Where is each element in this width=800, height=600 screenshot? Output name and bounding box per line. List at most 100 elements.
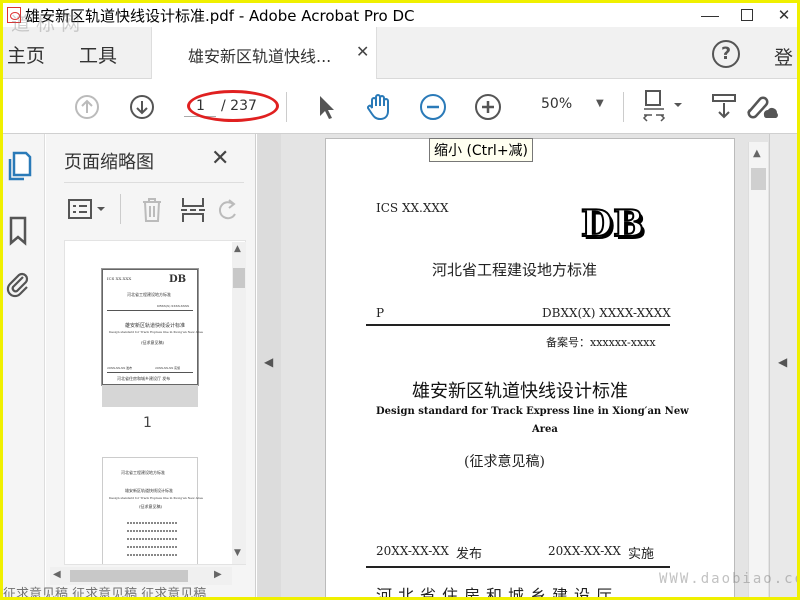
scroll-up-icon[interactable]: ▲ <box>753 148 761 159</box>
page-extract-icon <box>181 198 205 222</box>
scroll-right-icon[interactable]: ▶ <box>214 569 222 580</box>
expand-right-icon[interactable]: ◀ <box>778 355 787 369</box>
next-page-button[interactable] <box>128 93 156 121</box>
scroll-up-icon[interactable]: ▲ <box>234 244 241 254</box>
scroll-down-icon[interactable]: ▼ <box>234 548 241 558</box>
thumbnails-list: ICS XX.XXX DB 河北省工程建设地方标准 DBXX(X) XXXX-X… <box>64 240 246 565</box>
page-publisher: 河北省住房和城乡建设厅 <box>376 586 619 597</box>
page-title-en-line2: Area <box>532 424 558 435</box>
select-tool-button[interactable] <box>311 91 341 123</box>
thumb-issue: 20XX-XX-XX 发布 <box>107 366 133 370</box>
tab-document-label: 雄安新区轨道快线... <box>188 47 332 66</box>
thumb2-text-lines <box>127 554 177 556</box>
thumb2-line3: Design standard for Track Express line i… <box>109 496 203 500</box>
page-impl-label: 实施 <box>628 547 655 562</box>
zoom-in-button[interactable] <box>473 92 503 122</box>
red-annotation-ellipse <box>187 90 279 122</box>
scrollbar-thumb[interactable] <box>70 570 188 582</box>
arrow-up-circle-icon <box>75 95 99 119</box>
thumbnails-vertical-scrollbar[interactable]: ▲ ▼ <box>232 242 246 564</box>
scroll-left-icon[interactable]: ◀ <box>53 569 61 580</box>
extract-page-button[interactable] <box>178 195 208 225</box>
collapse-left-icon[interactable]: ◀ <box>264 355 273 369</box>
toolbar: 1 / 237 50% ▼ <box>3 80 797 134</box>
hand-icon <box>367 94 389 121</box>
thumb-en: Design standard for Track Express line i… <box>109 330 203 334</box>
share-link-button[interactable] <box>741 90 779 124</box>
fit-page-icon <box>642 90 682 122</box>
thumb-draft: (征求意见稿) <box>141 340 165 345</box>
cursor-arrow-icon <box>320 96 334 119</box>
page-layout-button[interactable] <box>641 89 687 125</box>
document-viewer: ◀ ICS XX.XXX DB 河北省工程建设地方标准 P DBXX(X) XX… <box>257 134 797 597</box>
previous-page-button[interactable] <box>73 93 101 121</box>
scrollbar-thumb[interactable] <box>233 268 245 288</box>
thumb2-text-lines <box>127 522 177 524</box>
page-org: 河北省工程建设地方标准 <box>432 261 598 279</box>
page-code: DBXX(X) XXXX-XXXX <box>542 306 671 320</box>
page-issue-date: 20XX-XX-XX <box>376 544 449 558</box>
rotate-icon <box>218 199 236 220</box>
thumb-org: 河北省工程建设地方标准 <box>127 292 171 297</box>
toolbar-divider <box>286 92 287 122</box>
tab-home[interactable]: 主页 <box>7 41 45 68</box>
watermark-bottom-text: 征求意见稿 征求意见稿 征求意见稿 <box>3 587 207 597</box>
thumb2-text-lines <box>127 546 177 548</box>
page-ics: ICS XX.XXX <box>376 201 449 215</box>
list-options-icon <box>68 199 105 219</box>
bookmarks-rail-button[interactable] <box>5 214 31 248</box>
arrow-down-circle-icon <box>130 95 154 119</box>
toolbar-divider <box>623 92 624 122</box>
rotate-page-button[interactable] <box>214 195 240 225</box>
panel-toolbar <box>64 192 244 228</box>
trash-icon <box>143 198 161 222</box>
thumb2-text-lines <box>127 530 177 532</box>
thumb2-text-lines <box>127 538 177 540</box>
attachments-rail-button[interactable] <box>5 267 31 301</box>
document-vertical-scrollbar[interactable]: ▲ <box>748 142 768 597</box>
page-impl-date: 20XX-XX-XX <box>548 544 621 558</box>
paperclip-icon <box>6 272 29 298</box>
minus-circle-icon <box>420 94 446 120</box>
acrobat-window: 雄安新区轨道快线设计标准.pdf - Adobe Acrobat Pro DC … <box>3 3 797 597</box>
thumbnails-panel: 页面缩略图 ✕ ICS XX.XXX DB 河北省工程建设地方标准 DBXX(X… <box>46 134 256 597</box>
help-icon[interactable]: ? <box>712 40 740 68</box>
thumb-db: DB <box>169 274 187 285</box>
zoom-level-select[interactable]: 50% <box>541 96 572 112</box>
watermark-bottom-right: WWW.daobiao.com <box>659 571 797 587</box>
plus-circle-icon <box>475 94 501 120</box>
minimize-button[interactable] <box>701 7 719 17</box>
close-tab-icon[interactable]: ✕ <box>356 42 369 61</box>
pdf-page: ICS XX.XXX DB 河北省工程建设地方标准 P DBXX(X) XXXX… <box>325 138 735 597</box>
page-issue-label: 发布 <box>456 547 483 562</box>
login-link[interactable]: 登 <box>774 43 793 70</box>
page-thumbnail-2[interactable]: 河北省工程建设地方标准 雄安新区轨道快线设计标准 Design standard… <box>102 457 203 564</box>
tab-bar: 主页 工具 雄安新区轨道快线... ✕ ? 登 <box>3 27 797 79</box>
chevron-down-icon[interactable]: ▼ <box>596 98 604 109</box>
scroll-mode-icon <box>712 94 736 119</box>
panel-title: 页面缩略图 <box>64 152 154 173</box>
page-title-en-line1: Design standard for Track Express line i… <box>376 406 689 417</box>
hand-tool-button[interactable] <box>362 90 396 124</box>
thumb-rule <box>107 310 193 311</box>
delete-page-button[interactable] <box>138 195 166 225</box>
page-thumbnail-1[interactable]: ICS XX.XXX DB 河北省工程建设地方标准 DBXX(X) XXXX-X… <box>102 269 203 385</box>
tab-document[interactable]: 雄安新区轨道快线... ✕ <box>151 27 377 79</box>
thumb-rule-bottom <box>107 372 193 373</box>
thumb-title: 雄安新区轨道快线设计标准 <box>125 323 186 329</box>
maximize-button[interactable] <box>741 9 753 21</box>
page-record-number: 备案号：xxxxxx-xxxx <box>546 336 656 349</box>
thumbnail-options-button[interactable] <box>66 196 110 224</box>
page-p-class: P <box>376 306 385 320</box>
page-thumbnails-rail-button[interactable] <box>5 150 33 184</box>
close-panel-icon[interactable]: ✕ <box>211 146 229 171</box>
collapse-right-panel-strip[interactable]: ◀ <box>769 134 797 597</box>
window-controls: ✕ <box>701 3 793 27</box>
scroll-mode-button[interactable] <box>709 90 739 124</box>
tab-tools[interactable]: 工具 <box>79 41 117 68</box>
collapse-left-panel-strip[interactable]: ◀ <box>257 134 281 597</box>
close-window-button[interactable]: ✕ <box>775 6 793 24</box>
scrollbar-thumb[interactable] <box>751 168 766 190</box>
left-rail <box>3 134 45 597</box>
zoom-out-button[interactable] <box>418 92 448 122</box>
